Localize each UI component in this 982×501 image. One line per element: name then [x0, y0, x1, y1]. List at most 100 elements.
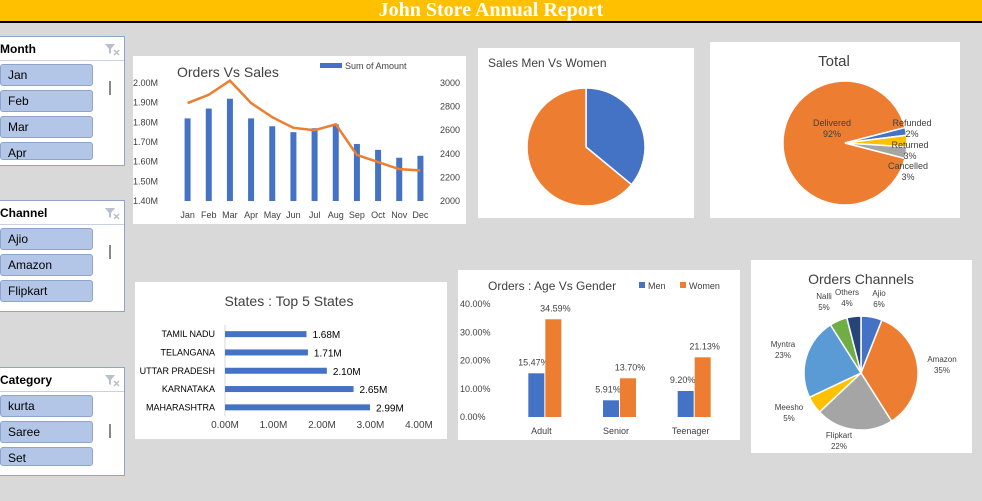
- bar-senior-men: [603, 400, 619, 417]
- slicer-item-jan[interactable]: Jan: [0, 64, 93, 86]
- y-tick-label: 1.70M: [133, 137, 158, 147]
- slicer-title: Category: [0, 372, 53, 387]
- data-label: 3%: [903, 151, 916, 161]
- legend-swatch: [320, 63, 342, 68]
- bar-tamil-nadu: [225, 331, 307, 338]
- data-label: 5.91%: [595, 384, 621, 394]
- data-label: Ajio: [872, 289, 886, 298]
- data-label: 3%: [901, 172, 914, 182]
- top-states-panel: States : Top 5 States TAMIL NADU 1.68M TELA…: [135, 282, 447, 439]
- x-tick-label: Jun: [286, 210, 301, 220]
- data-label: 5%: [783, 414, 795, 423]
- slicer-item-ajio[interactable]: Ajio: [0, 228, 93, 250]
- y-tick-label: 1.40M: [133, 196, 158, 206]
- bar-telangana: [225, 349, 308, 356]
- total-status-chart: TotalDelivered92%Refunded2%Returned3%Can…: [782, 53, 932, 206]
- bar-adult-women: [545, 319, 562, 417]
- legend-swatch-women: [680, 282, 686, 288]
- x-tick-label: Jan: [180, 210, 195, 220]
- x-tick-label: 0.00M: [211, 420, 239, 431]
- x-tick-label: Oct: [371, 210, 386, 220]
- data-label: 9.20%: [670, 375, 696, 385]
- data-label: 2.10M: [333, 367, 361, 378]
- bar-jun: [290, 132, 297, 201]
- y-tick-label: 1.60M: [133, 157, 158, 167]
- data-label: 92%: [823, 129, 841, 139]
- bar-karnataka: [225, 386, 354, 393]
- data-label: Cancelled: [888, 161, 928, 171]
- bar-maharashtra: [225, 404, 371, 411]
- data-label: 2%: [905, 129, 918, 139]
- clear-filter-icon[interactable]: [104, 206, 120, 220]
- y-tick-label: 20.00%: [460, 356, 491, 366]
- y2-tick-label: 3000: [440, 78, 460, 88]
- orders-vs-sales-chart: Orders Vs Sales 1.40M 1.50M 1.60M 1.70M 1.80M…: [133, 61, 460, 220]
- x-tick-label: Aug: [328, 210, 344, 220]
- chart-title: Total: [818, 53, 850, 70]
- data-label: 2.65M: [360, 385, 388, 396]
- bar-may: [269, 126, 276, 201]
- y2-tick-label: 2600: [440, 125, 460, 135]
- x-tick-label: Nov: [391, 210, 408, 220]
- slicer-scrollbar[interactable]: [109, 245, 111, 259]
- y-tick-label: 1.50M: [133, 176, 158, 186]
- legend-label: Women: [689, 281, 720, 291]
- slicer-title: Channel: [0, 205, 48, 220]
- channel-slicer: Channel Ajio Amazon Flipkart: [0, 200, 125, 312]
- slicer-header: Month: [0, 37, 124, 61]
- bar-apr: [248, 118, 255, 201]
- y-tick-label: MAHARASHTRA: [146, 402, 215, 412]
- data-label: 22%: [831, 442, 847, 451]
- slicer-item-saree[interactable]: Saree: [0, 421, 93, 443]
- slicer-item-mar[interactable]: Mar: [0, 116, 93, 138]
- slicer-item-kurta[interactable]: kurta: [0, 395, 93, 417]
- chart-title: States : Top 5 States: [225, 293, 354, 309]
- data-label: Meesho: [775, 403, 804, 412]
- chart-title: Orders Vs Sales: [177, 64, 279, 80]
- x-tick-label: Adult: [531, 426, 552, 436]
- category-slicer: Category kurta Saree Set: [0, 367, 125, 476]
- chart-title: Sales Men Vs Women: [488, 56, 607, 70]
- y-tick-label: TELANGANA: [160, 347, 215, 357]
- data-label: 34.59%: [540, 303, 571, 313]
- slicer-item-set[interactable]: Set: [0, 447, 93, 466]
- age-vs-gender-panel: Orders : Age Vs Gender Men Women 0.00% 10.00…: [458, 270, 740, 440]
- slicer-title: Month: [0, 41, 36, 56]
- slicer-item-apr[interactable]: Apr: [0, 142, 93, 160]
- slicer-item-flipkart[interactable]: Flipkart: [0, 280, 93, 302]
- data-label: 6%: [873, 300, 885, 309]
- slicer-scrollbar[interactable]: [109, 81, 111, 95]
- bar-mar: [226, 98, 233, 201]
- y-tick-label: UTTAR PRADESH: [140, 366, 215, 376]
- clear-filter-icon[interactable]: [104, 42, 120, 56]
- slicer-item-feb[interactable]: Feb: [0, 90, 93, 112]
- y-tick-label: 1.90M: [133, 98, 158, 108]
- data-label: 1.68M: [312, 330, 340, 341]
- y-tick-label: 2.00M: [133, 78, 158, 88]
- bar-senior-women: [620, 378, 636, 417]
- y-tick-label: 10.00%: [460, 384, 491, 394]
- y-tick-label: 1.80M: [133, 117, 158, 127]
- clear-filter-icon[interactable]: [104, 373, 120, 387]
- x-tick-label: Mar: [222, 210, 238, 220]
- bar-jan: [184, 118, 191, 201]
- x-tick-label: Feb: [201, 210, 217, 220]
- order-channels-chart: Orders Channels Ajio 6% Amazon 35% Flipkart 22…: [771, 271, 957, 451]
- chart-title: Orders Channels: [808, 271, 914, 287]
- data-label: 4%: [841, 299, 853, 308]
- sales-men-women-panel: Sales Men Vs Women: [478, 48, 694, 218]
- data-label: Returned: [891, 140, 928, 150]
- x-tick-label: Apr: [244, 210, 258, 220]
- bar-nov: [396, 157, 403, 201]
- y2-tick-label: 2200: [440, 172, 460, 182]
- chart-title: Orders : Age Vs Gender: [488, 279, 616, 293]
- legend-swatch-men: [639, 282, 645, 288]
- top-states-chart: States : Top 5 States TAMIL NADU 1.68M TELA…: [140, 293, 433, 431]
- data-label: Others: [835, 288, 859, 297]
- y2-tick-label: 2000: [440, 196, 460, 206]
- slicer-scrollbar[interactable]: [109, 424, 111, 438]
- x-tick-label: 1.00M: [260, 420, 288, 431]
- slicer-item-amazon[interactable]: Amazon: [0, 254, 93, 276]
- orders-vs-sales-panel: Orders Vs Sales 1.40M 1.50M 1.60M 1.70M 1.80M…: [133, 56, 466, 224]
- y-tick-label: 30.00%: [460, 327, 491, 337]
